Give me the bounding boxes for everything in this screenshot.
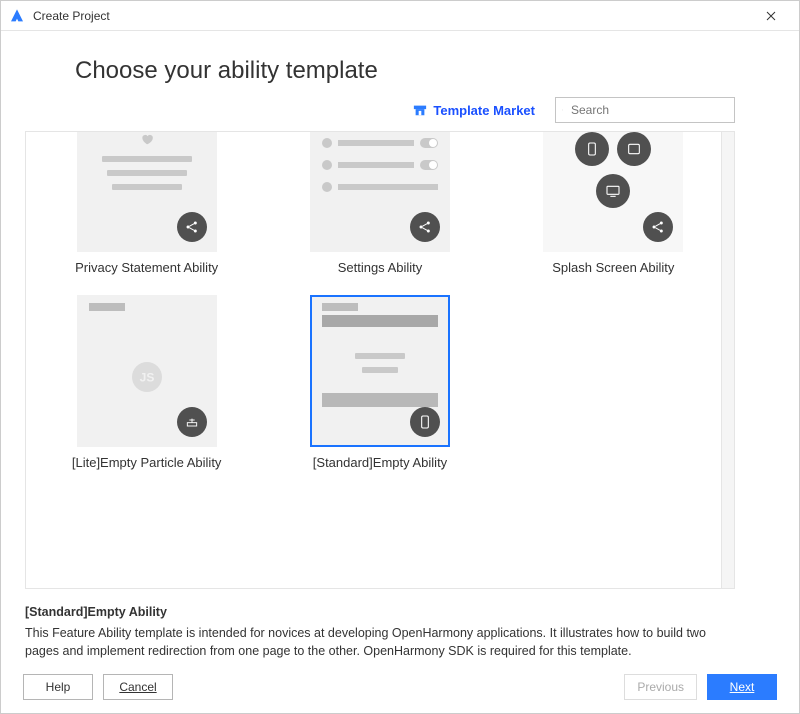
footer: Help Cancel Previous Next: [1, 661, 799, 713]
tablet-icon: [617, 132, 651, 166]
market-icon: [413, 103, 427, 117]
content-area: Choose your ability template Template Ma…: [1, 31, 799, 661]
template-thumbnail: [77, 132, 217, 252]
phone-badge-icon: [410, 407, 440, 437]
titlebar: Create Project: [1, 1, 799, 31]
template-market-link[interactable]: Template Market: [413, 103, 535, 118]
page-title: Choose your ability template: [75, 57, 775, 85]
template-thumbnail: JS: [77, 295, 217, 447]
description-body: This Feature Ability template is intende…: [25, 624, 735, 662]
share-badge-icon: [177, 212, 207, 242]
search-input[interactable]: [569, 102, 728, 118]
template-label: Splash Screen Ability: [552, 260, 674, 275]
close-icon: [766, 11, 776, 21]
template-label: Settings Ability: [338, 260, 423, 275]
template-label: [Lite]Empty Particle Ability: [72, 455, 222, 470]
js-icon: JS: [129, 359, 165, 395]
template-standard-empty[interactable]: [Standard]Empty Ability: [310, 295, 450, 470]
share-badge-icon: [643, 212, 673, 242]
template-splash-screen[interactable]: Splash Screen Ability: [543, 132, 683, 275]
share-badge-icon: [410, 212, 440, 242]
search-box[interactable]: [555, 97, 735, 123]
window-title: Create Project: [33, 9, 751, 23]
template-label: [Standard]Empty Ability: [313, 455, 447, 470]
template-settings[interactable]: Settings Ability: [310, 132, 450, 275]
template-description: [Standard]Empty Ability This Feature Abi…: [25, 589, 775, 661]
template-thumbnail: [543, 132, 683, 252]
cancel-button[interactable]: Cancel: [103, 674, 173, 700]
svg-text:JS: JS: [139, 371, 154, 385]
heart-icon: [140, 132, 154, 146]
previous-button: Previous: [624, 674, 697, 700]
template-label: Privacy Statement Ability: [75, 260, 218, 275]
template-thumbnail: [310, 132, 450, 252]
template-lite-empty-particle[interactable]: JS [Lite]Empty Particle Ability: [72, 295, 222, 470]
template-list: Privacy Statement Ability Settings Abili…: [25, 131, 735, 589]
template-thumbnail: [310, 295, 450, 447]
toolbar: Template Market: [25, 97, 775, 123]
search-icon: [562, 104, 563, 116]
router-badge-icon: [177, 407, 207, 437]
template-market-link-label: Template Market: [433, 103, 535, 118]
app-logo-icon: [9, 8, 25, 24]
help-button[interactable]: Help: [23, 674, 93, 700]
tv-icon: [596, 174, 630, 208]
close-button[interactable]: [751, 1, 791, 31]
description-title: [Standard]Empty Ability: [25, 603, 735, 622]
template-privacy-statement[interactable]: Privacy Statement Ability: [75, 132, 218, 275]
next-button[interactable]: Next: [707, 674, 777, 700]
phone-icon: [575, 132, 609, 166]
